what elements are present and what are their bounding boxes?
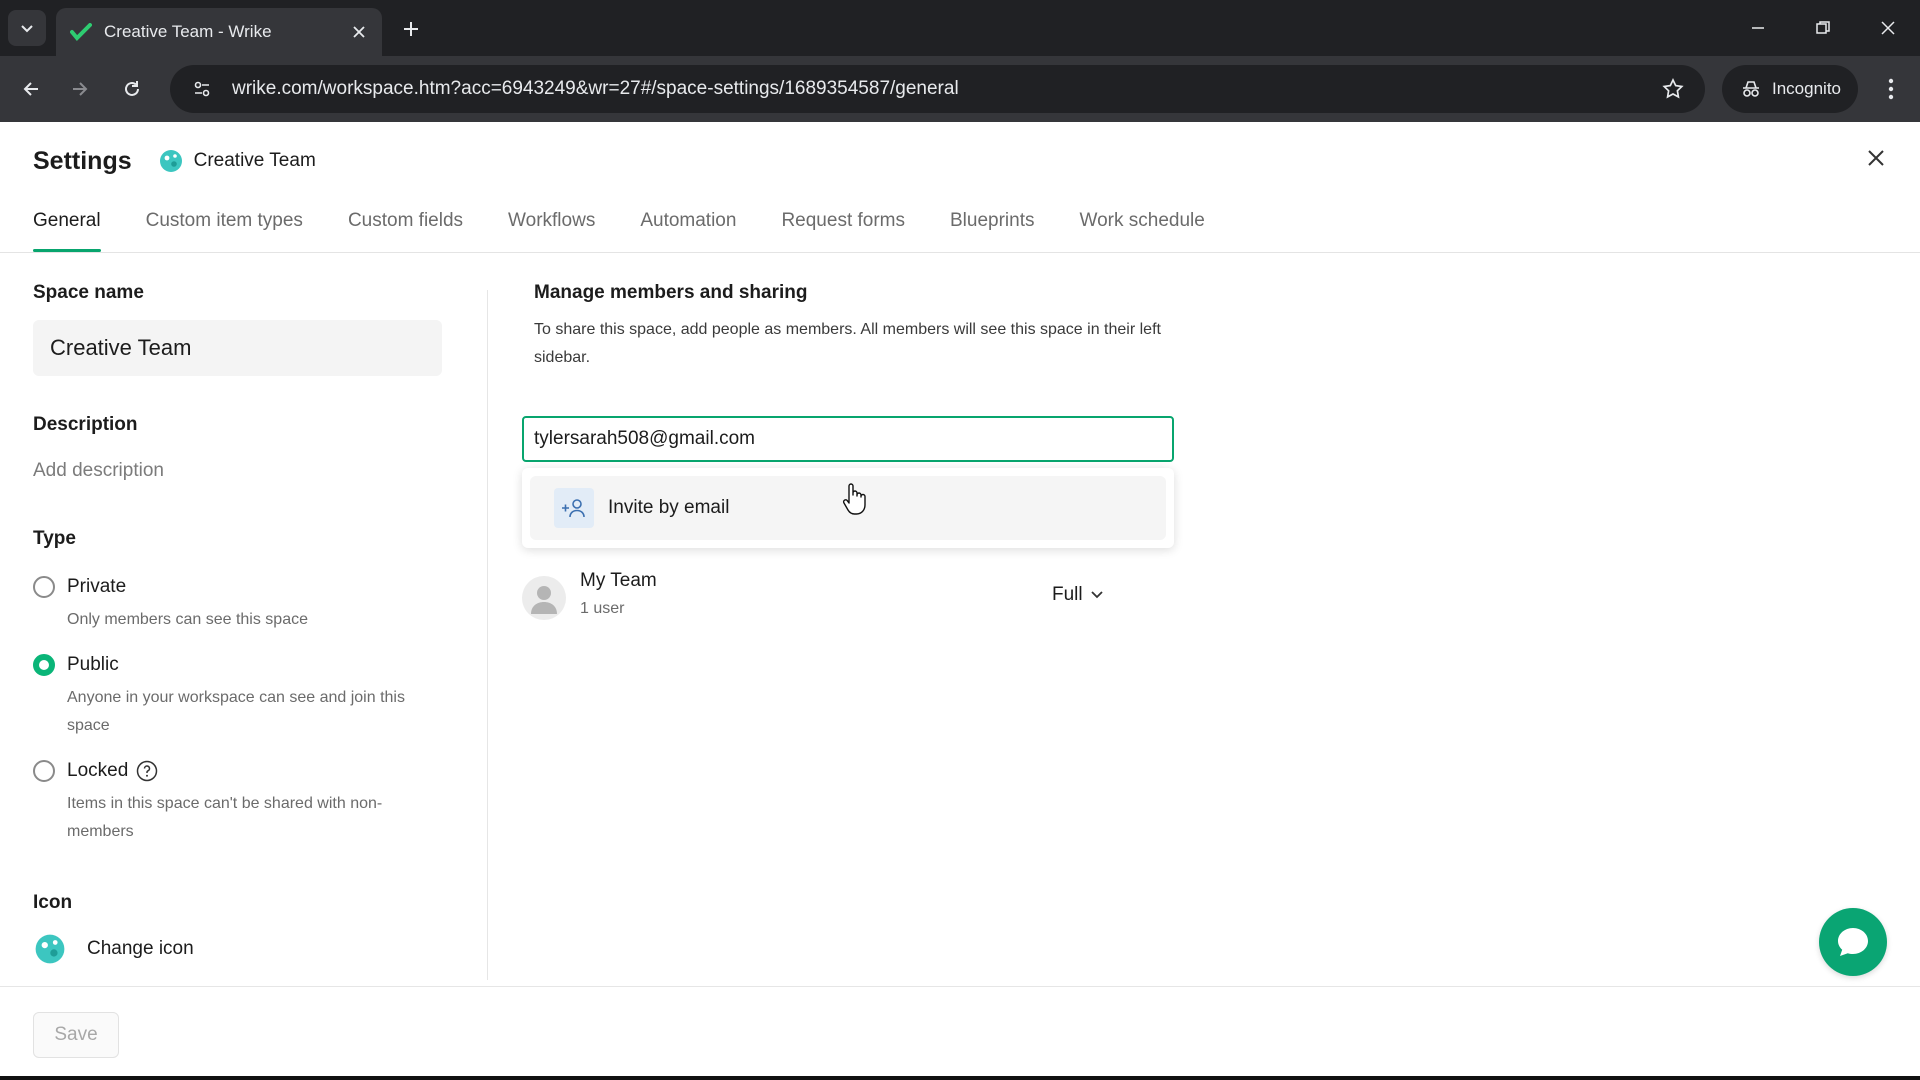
new-tab-button[interactable] [396,14,426,44]
space-chip: Creative Team [158,148,316,174]
arrow-left-icon [23,82,38,96]
member-row: My Team 1 user Full [522,570,1122,626]
chevron-down-icon [21,25,33,33]
page-title: Settings [33,146,132,175]
radio-private-desc: Only members can see this space [67,611,308,628]
column-divider [487,290,488,980]
members-sharing-column: Manage members and sharing To share this… [522,282,1174,620]
incognito-badge[interactable]: Incognito [1722,65,1858,113]
bottom-edge [0,1076,1920,1080]
space-name-label: Space name [33,282,144,303]
description-input[interactable]: Add description [33,460,453,482]
url-text: wrike.com/workspace.htm?acc=6943249&wr=2… [232,78,959,99]
close-icon [1868,150,1884,166]
invite-by-email-option[interactable]: Invite by email [530,476,1166,540]
arrow-right-icon [73,82,88,96]
invite-dropdown: Invite by email [522,468,1174,548]
reload-icon [125,81,139,96]
radio-public[interactable] [33,654,55,676]
back-button[interactable] [14,72,48,106]
tab-title: Creative Team - Wrike [104,22,272,41]
restore-button[interactable] [1803,12,1843,44]
restore-icon [1816,21,1830,34]
close-settings-button[interactable] [1862,144,1890,172]
tab-workflows[interactable]: Workflows [508,202,595,252]
wrike-logo-icon [70,23,92,41]
general-settings-column: Space name Creative Team Description Add… [33,282,453,966]
space-avatar-icon [159,150,182,172]
type-option-locked[interactable]: Locked Items in this space can't be shar… [33,760,453,846]
access-level-dropdown[interactable]: Full [1052,584,1103,606]
more-vertical-icon [1888,78,1894,100]
change-icon-label: Change icon [87,938,194,959]
invite-by-email-label: Invite by email [608,497,730,518]
minimize-button[interactable] [1738,12,1778,44]
close-icon [1881,21,1895,35]
space-name-input[interactable]: Creative Team [33,320,442,376]
settings-footer: Save [0,986,1920,1080]
help-icon[interactable] [136,760,158,782]
change-icon-button[interactable]: Change icon [33,932,453,966]
member-name: My Team [580,570,657,591]
window-close-button[interactable] [1868,12,1908,44]
hand-cursor-icon [842,483,866,515]
radio-locked-label: Locked [67,760,129,781]
chevron-down-icon [1090,591,1103,599]
radio-public-label: Public [67,654,119,675]
tabs-divider [0,252,1920,253]
tab-general[interactable]: General [33,202,101,252]
space-avatar-icon [35,934,65,964]
chat-bubble-icon [1838,928,1868,956]
incognito-label: Incognito [1772,79,1841,98]
incognito-icon [1743,81,1759,97]
tab-work-schedule[interactable]: Work schedule [1080,202,1205,252]
team-avatar-icon [522,576,566,620]
plus-icon [404,22,418,36]
members-title: Manage members and sharing [534,282,808,303]
tab-automation[interactable]: Automation [640,202,736,252]
minimize-icon [1752,27,1764,29]
type-option-public[interactable]: Public Anyone in your workspace can see … [33,654,453,740]
radio-locked[interactable] [33,760,55,782]
member-count: 1 user [580,600,625,617]
settings-header: Settings Creative Team [33,144,316,178]
tab-blueprints[interactable]: Blueprints [950,202,1035,252]
bookmark-star-icon[interactable] [1661,77,1685,101]
tab-custom-item-types[interactable]: Custom item types [146,202,303,252]
forward-button[interactable] [63,72,97,106]
radio-public-desc: Anyone in your workspace can see and joi… [67,689,405,734]
radio-private[interactable] [33,576,55,598]
browser-tab[interactable]: Creative Team - Wrike [56,8,382,56]
browser-menu-button[interactable] [1876,72,1906,106]
add-user-icon [554,488,594,528]
chat-support-button[interactable] [1819,908,1887,976]
members-description: To share this space, add people as membe… [534,321,1161,366]
save-button[interactable]: Save [33,1012,119,1058]
browser-toolbar: wrike.com/workspace.htm?acc=6943249&wr=2… [0,56,1920,122]
space-name-title: Creative Team [193,150,316,171]
settings-tabs: General Custom item types Custom fields … [33,202,1250,252]
settings-page: Settings Creative Team General Custom it… [0,122,1920,1080]
tab-search-button[interactable] [8,10,46,46]
member-search-input[interactable]: tylersarah508@gmail.com [522,416,1174,462]
site-info-icon[interactable] [182,69,222,109]
type-label: Type [33,528,76,549]
tab-request-forms[interactable]: Request forms [781,202,905,252]
reload-button[interactable] [115,72,149,106]
description-label: Description [33,414,138,435]
address-bar[interactable]: wrike.com/workspace.htm?acc=6943249&wr=2… [170,65,1705,113]
radio-locked-desc: Items in this space can't be shared with… [67,795,383,840]
type-option-private[interactable]: Private Only members can see this space [33,576,453,634]
browser-tabstrip: Creative Team - Wrike [0,0,1920,56]
tab-custom-fields[interactable]: Custom fields [348,202,463,252]
access-level-label: Full [1052,584,1083,605]
tab-close-icon[interactable] [348,21,370,43]
icon-label: Icon [33,892,73,913]
radio-private-label: Private [67,576,127,597]
